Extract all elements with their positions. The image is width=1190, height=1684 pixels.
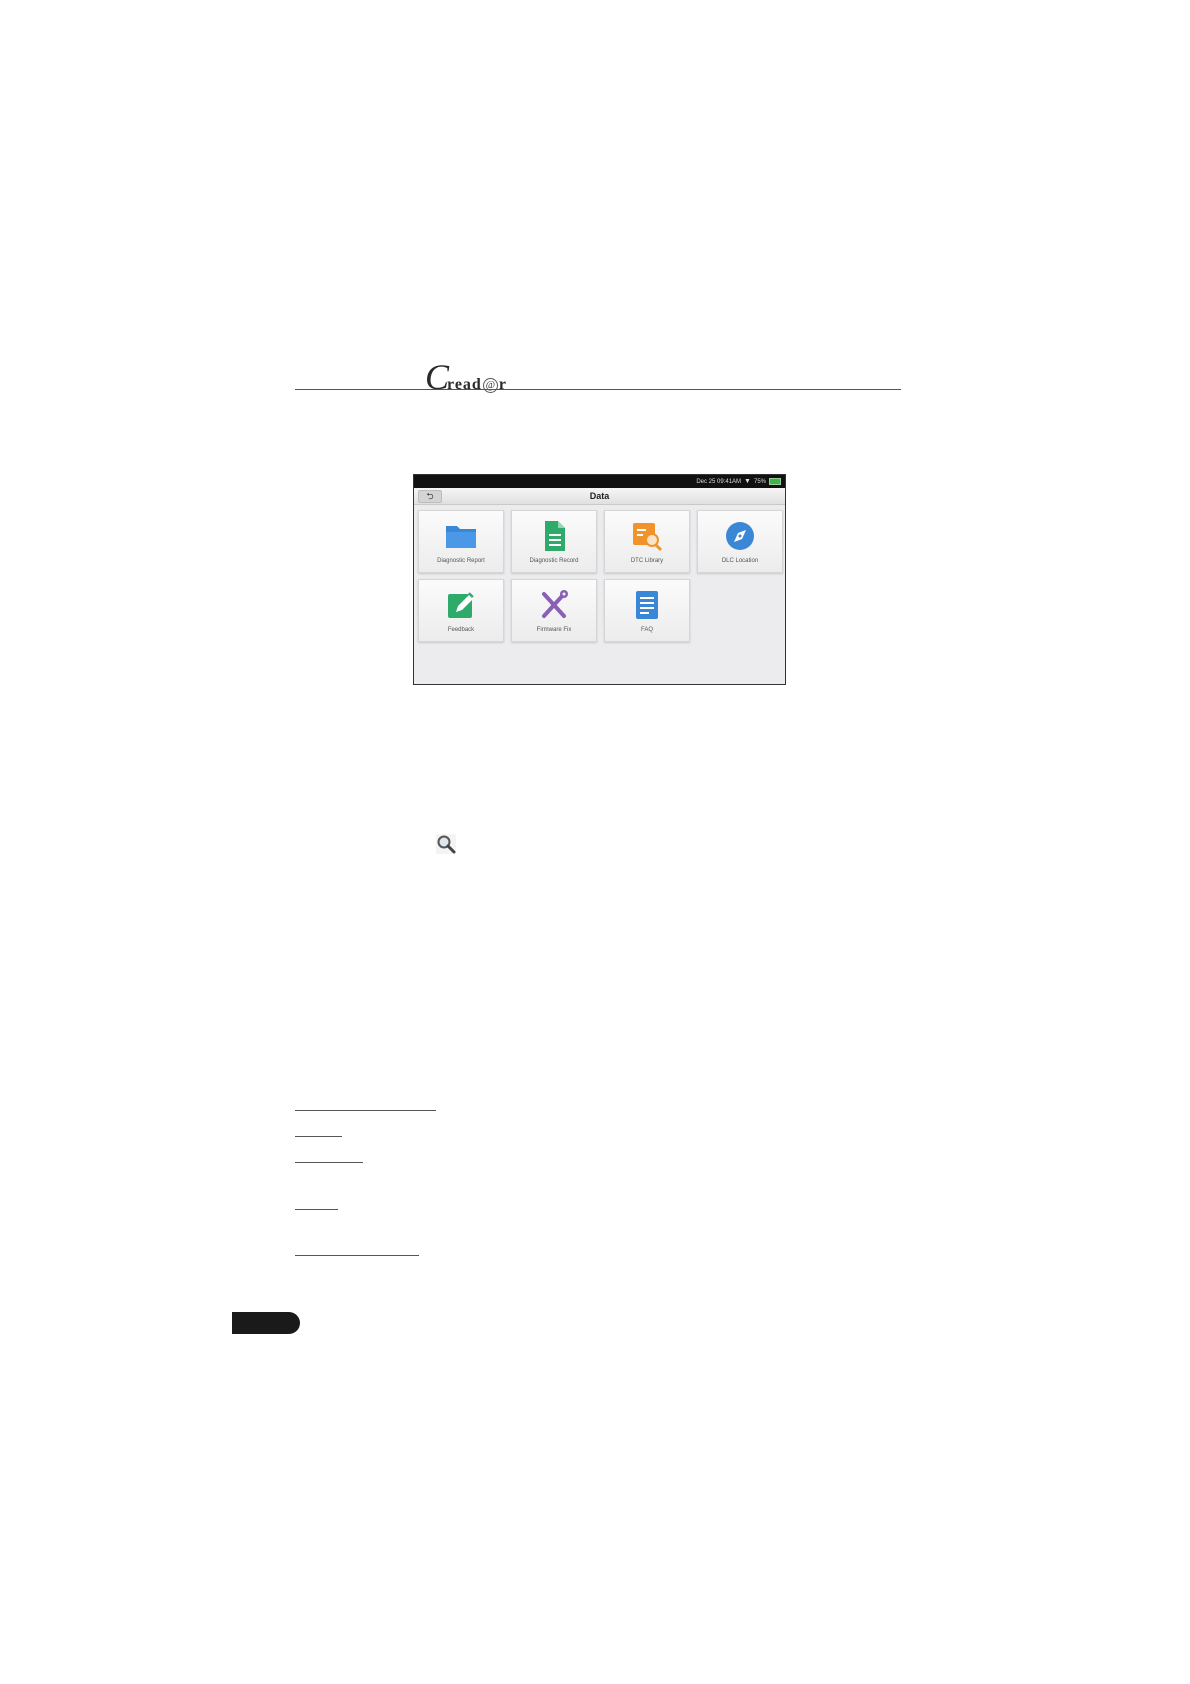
tile-label: DLC Location — [721, 557, 759, 564]
dtc-search-icon — [633, 522, 663, 551]
underline-3 — [295, 1162, 363, 1163]
battery-percent: 75% — [753, 478, 766, 485]
header-divider — [295, 389, 901, 390]
page-number-tab — [232, 1312, 300, 1334]
tile-dtc-library[interactable]: DTC Library — [604, 510, 690, 573]
back-button[interactable]: ⮌ — [418, 490, 442, 503]
function-grid: Diagnostic Report Diagnostic Record DTC … — [418, 510, 783, 642]
status-time: Dec 25 09:41AM — [696, 478, 742, 485]
tile-label: DTC Library — [630, 557, 664, 564]
underline-5 — [295, 1255, 419, 1256]
tile-label: Diagnostic Report — [437, 557, 485, 564]
compass-icon — [726, 521, 754, 550]
tools-icon — [542, 589, 568, 618]
tile-firmware-fix[interactable]: Firmware Fix — [511, 579, 597, 642]
search-icon — [436, 834, 456, 854]
tile-feedback[interactable]: Feedback — [418, 579, 504, 642]
underline-2 — [295, 1136, 342, 1137]
title-bar: ⮌ Data — [414, 488, 785, 505]
list-icon — [636, 590, 658, 619]
battery-icon — [769, 478, 781, 485]
edit-icon — [448, 591, 474, 618]
wifi-icon: ▼ — [744, 478, 751, 485]
tile-label: Diagnostic Record — [529, 557, 579, 564]
screen-title: Data — [589, 491, 610, 501]
tile-label: Feedback — [447, 626, 475, 633]
tile-label: Firmware Fix — [536, 626, 572, 633]
underline-4 — [295, 1209, 338, 1210]
folder-icon — [446, 525, 476, 548]
document-icon — [545, 520, 565, 551]
tile-dlc-location[interactable]: DLC Location — [697, 510, 783, 573]
tile-label: FAQ — [640, 626, 653, 633]
underline-1 — [295, 1110, 436, 1111]
tile-faq[interactable]: FAQ — [604, 579, 690, 642]
tile-diagnostic-report[interactable]: Diagnostic Report — [418, 510, 504, 573]
status-bar: Dec 25 09:41AM ▼ 75% — [414, 475, 785, 488]
tile-diagnostic-record[interactable]: Diagnostic Record — [511, 510, 597, 573]
creader-logo: Cread @ r — [425, 357, 507, 397]
data-screen-screenshot: Dec 25 09:41AM ▼ 75% ⮌ Data Diagnostic R… — [413, 474, 786, 685]
